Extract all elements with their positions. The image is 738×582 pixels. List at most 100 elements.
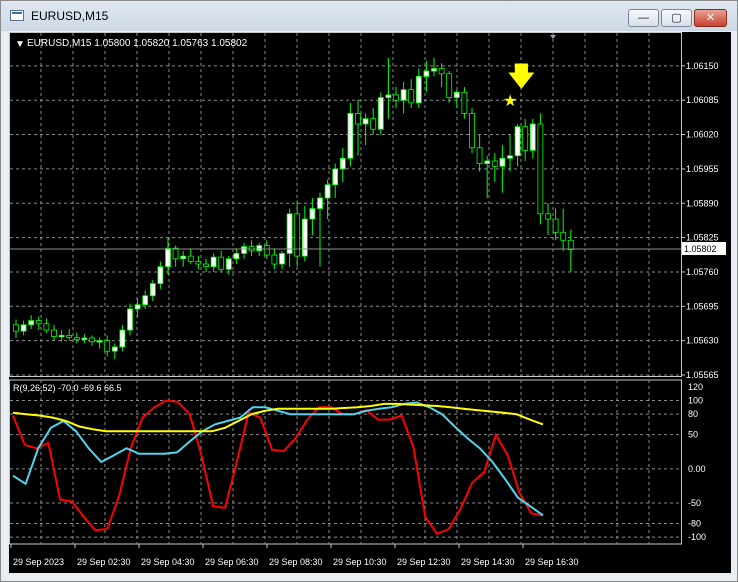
- candle-body: [241, 246, 247, 254]
- indicator-y-tick-label: 50: [688, 430, 698, 440]
- candle-body: [301, 218, 308, 257]
- x-tick-label: 29 Sep 04:30: [141, 557, 195, 567]
- candle-body: [233, 253, 240, 260]
- close-icon: ✕: [705, 12, 716, 24]
- candle-body: [339, 157, 346, 170]
- indicator-series-line-0: [12, 399, 544, 536]
- minimize-button[interactable]: —: [628, 9, 659, 27]
- candle-body: [415, 76, 422, 104]
- indicator-y-tick-label: 80: [688, 409, 698, 419]
- close-button[interactable]: ✕: [694, 9, 727, 27]
- candle-body: [355, 113, 361, 125]
- candle-body: [545, 213, 551, 220]
- main-panel-frame: [9, 32, 682, 377]
- indicator-y-tick-label: 120: [688, 382, 703, 392]
- candle-body: [522, 126, 529, 151]
- candle-body: [529, 123, 536, 151]
- candle-body: [218, 256, 225, 270]
- chart-header-triangle-icon[interactable]: ▼: [15, 39, 25, 50]
- y-tick-label: 1.05760: [686, 267, 719, 277]
- indicator-y-tick-label: 100: [688, 396, 703, 406]
- candle-body: [157, 266, 164, 284]
- maximize-button[interactable]: ▢: [661, 9, 692, 27]
- candle-body: [377, 97, 384, 130]
- candle-body: [165, 247, 171, 268]
- candle-body: [560, 231, 567, 241]
- indicator-label: R(9,26,52) -70.0 -69.6 66.5: [13, 383, 122, 393]
- title-bar[interactable]: EURUSD,M15 — ▢ ✕: [1, 1, 737, 31]
- candle-body: [279, 253, 285, 265]
- window-title: EURUSD,M15: [31, 9, 109, 23]
- indicator-series-line-1: [12, 401, 544, 517]
- indicator-y-tick-label: -100: [688, 532, 706, 542]
- current-price-label: 1.05802: [684, 244, 717, 254]
- candle-body: [225, 258, 232, 270]
- y-tick-label: 1.05890: [686, 198, 719, 208]
- candle-body: [20, 324, 27, 332]
- candle-body: [461, 91, 468, 114]
- candle-body: [73, 337, 80, 340]
- candle-body: [393, 94, 399, 101]
- chart-window: EURUSD,M15 — ▢ ✕ 29 Sep 2023 29 Sep 02:30…: [0, 0, 738, 582]
- candle-body: [385, 94, 392, 98]
- chart-shift-marker-icon[interactable]: [550, 35, 556, 39]
- candle-body: [43, 323, 50, 331]
- candle-body: [347, 113, 354, 159]
- y-tick-label: 1.05630: [686, 336, 719, 346]
- candle-body: [431, 68, 437, 72]
- candle-body: [286, 213, 293, 254]
- y-tick-label: 1.06150: [686, 61, 719, 71]
- x-tick-label: 29 Sep 10:30: [333, 557, 387, 567]
- candle-body: [89, 337, 95, 343]
- candle-body: [537, 123, 544, 215]
- x-tick-label: 29 Sep 12:30: [397, 557, 451, 567]
- minimize-icon: —: [638, 12, 649, 24]
- candle-body: [469, 113, 475, 149]
- candle-body: [446, 73, 453, 98]
- chart-header-label: EURUSD,M15 1.05800 1.05820 1.05763 1.058…: [27, 38, 248, 49]
- star-icon: ★: [503, 93, 517, 110]
- candle-body: [362, 118, 369, 125]
- candle-body: [96, 340, 103, 343]
- candle-body: [51, 329, 57, 337]
- x-tick-label: 29 Sep 2023: [13, 557, 64, 567]
- candle-body: [294, 213, 301, 257]
- y-tick-label: 1.05695: [686, 301, 719, 311]
- candle-body: [453, 91, 460, 98]
- candle-body: [400, 89, 407, 101]
- candle-body: [499, 157, 506, 167]
- candle-body: [127, 308, 133, 331]
- candle-body: [271, 254, 278, 265]
- down-arrow-icon: 🡇: [508, 61, 535, 91]
- x-tick-label: 29 Sep 16:30: [525, 557, 579, 567]
- candle-body: [309, 208, 316, 220]
- chart-canvas[interactable]: 29 Sep 2023 29 Sep 02:30 29 Sep 04:30 29 Se…: [9, 32, 731, 573]
- candle-body: [317, 197, 323, 209]
- candle-body: [104, 340, 111, 352]
- candle-body: [28, 320, 35, 326]
- candle-body: [203, 263, 209, 268]
- candle-body: [438, 68, 445, 75]
- y-tick-label: 1.06085: [686, 95, 719, 105]
- candle-body: [172, 247, 179, 260]
- candle-body: [111, 346, 118, 352]
- indicator-y-tick-label: -50: [688, 498, 701, 508]
- chart-area[interactable]: 29 Sep 2023 29 Sep 02:30 29 Sep 04:30 29 Se…: [9, 32, 731, 573]
- candle-body: [187, 255, 194, 262]
- indicator-series-line-2: [12, 402, 544, 433]
- candle-body: [256, 245, 263, 252]
- candle-body: [149, 283, 156, 297]
- indicator-y-tick-label: -80: [688, 519, 701, 529]
- candle-body: [195, 260, 202, 265]
- candle-body: [552, 218, 559, 233]
- candle-body: [180, 255, 187, 260]
- candle-body: [58, 334, 65, 338]
- candle-body: [119, 329, 126, 348]
- candle-body: [484, 160, 491, 165]
- candle-body: [514, 126, 521, 157]
- candle-body: [408, 89, 415, 104]
- chart-window-icon: [10, 10, 24, 21]
- y-tick-label: 1.05955: [686, 164, 719, 174]
- candle-body: [370, 118, 377, 130]
- candle-body: [81, 337, 88, 340]
